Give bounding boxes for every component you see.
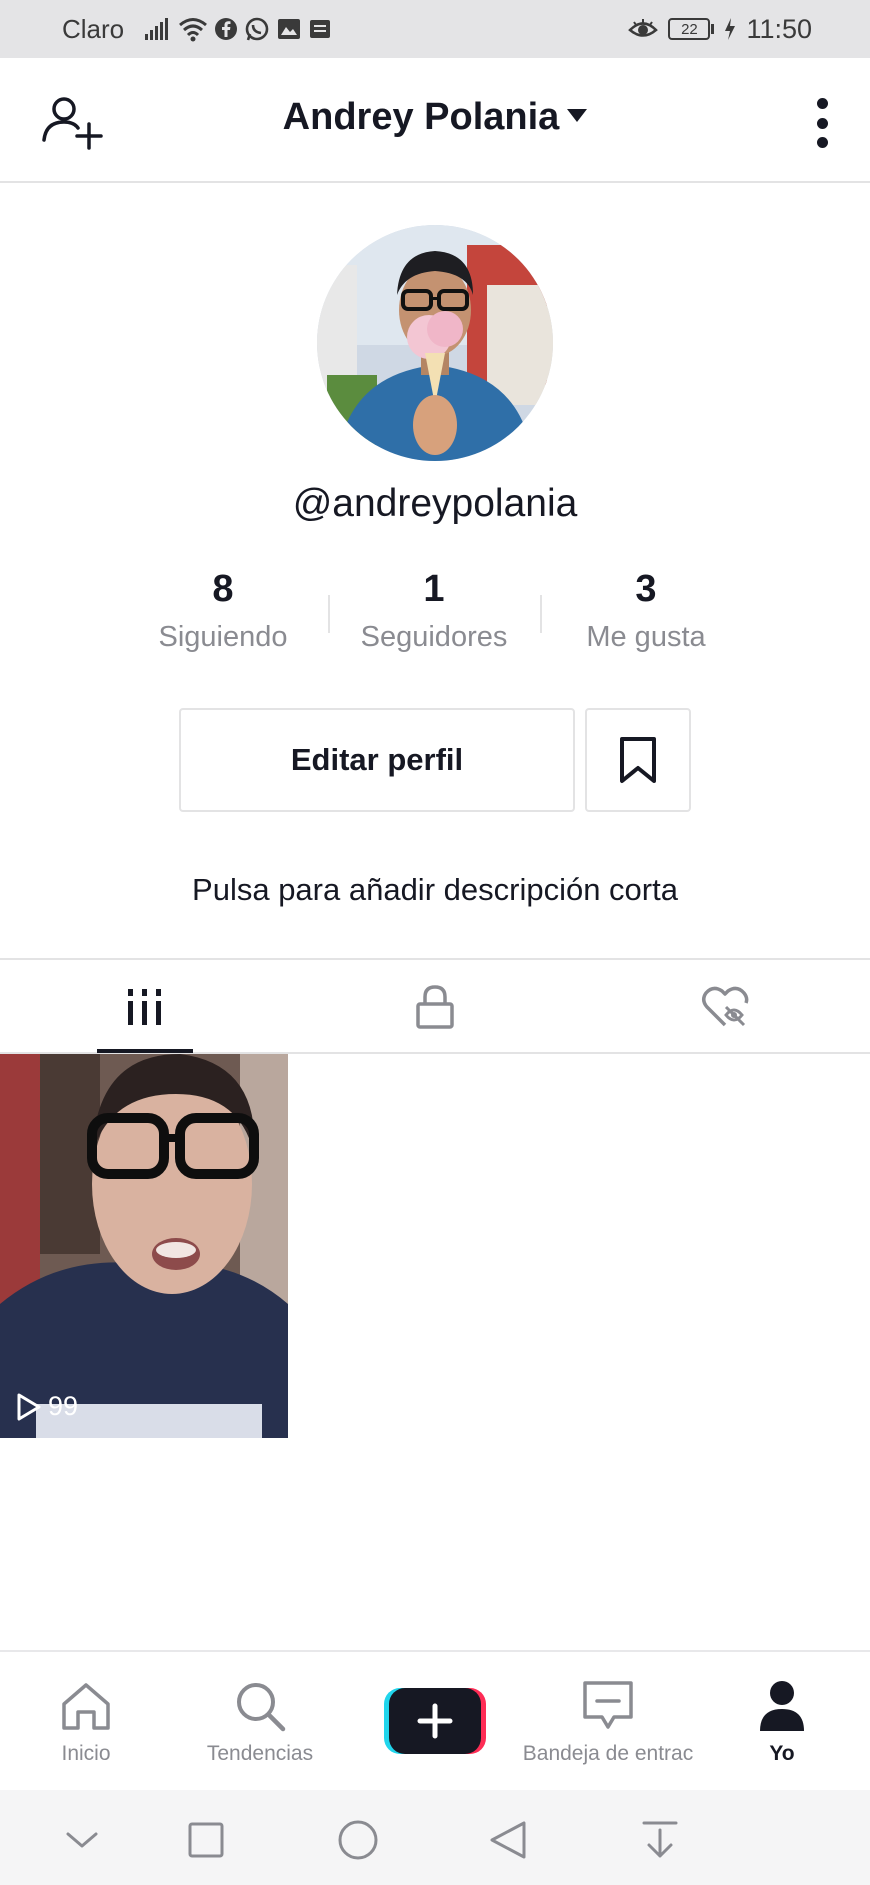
nav-profile[interactable]: Yo xyxy=(742,1652,822,1792)
bottom-nav: Inicio Tendencias Bandeja de entrac Yo xyxy=(0,1650,870,1790)
hidden-likes-icon xyxy=(702,986,749,1027)
stat-divider xyxy=(540,595,542,633)
lock-icon xyxy=(416,985,454,1029)
battery-level: 22 xyxy=(668,18,711,40)
play-icon xyxy=(17,1393,41,1420)
inbox-icon xyxy=(583,1681,633,1729)
page-title: Andrey Polania xyxy=(282,96,560,138)
notifications-pull-button[interactable] xyxy=(638,1818,682,1862)
more-options-button[interactable] xyxy=(812,98,832,148)
system-nav-bar xyxy=(0,1790,870,1885)
nav-discover[interactable]: Tendencias xyxy=(190,1652,330,1792)
nav-home[interactable]: Inicio xyxy=(30,1652,142,1792)
whatsapp-icon xyxy=(245,17,269,41)
eye-icon xyxy=(628,19,659,37)
nav-label: Yo xyxy=(769,1742,795,1765)
dot xyxy=(816,117,828,129)
active-tab-indicator xyxy=(97,1049,193,1053)
gallery-icon xyxy=(278,19,300,39)
view-count: 99 xyxy=(48,1391,79,1421)
profile-header: Andrey Polania xyxy=(0,58,870,183)
stat-value: 3 xyxy=(635,568,657,610)
stat-value: 8 xyxy=(212,568,234,610)
circle-icon xyxy=(338,1820,378,1860)
triangle-back-icon xyxy=(490,1821,526,1859)
home-button[interactable] xyxy=(336,1818,380,1862)
chevron-down-icon xyxy=(66,1832,98,1848)
nav-inbox[interactable]: Bandeja de entrac xyxy=(520,1652,696,1792)
clock: 11:50 xyxy=(746,13,812,44)
nav-label: Bandeja de entrac xyxy=(522,1742,694,1765)
charging-icon xyxy=(725,18,736,40)
status-icons xyxy=(144,14,332,44)
battery-icon: 22 xyxy=(668,18,715,40)
signal-icon xyxy=(145,18,168,40)
stat-likes[interactable]: 3 Me gusta xyxy=(546,568,746,654)
stat-label: Seguidores xyxy=(360,621,508,653)
nav-label: Inicio xyxy=(61,1742,111,1765)
caret-down-icon xyxy=(567,109,588,123)
carrier-name: Claro xyxy=(62,14,125,44)
square-icon xyxy=(188,1822,224,1858)
bio-placeholder[interactable]: Pulsa para añadir descripción corta xyxy=(0,872,870,908)
stat-label: Me gusta xyxy=(586,621,706,653)
avatar-photo xyxy=(317,225,553,461)
recent-apps-button[interactable] xyxy=(184,1818,228,1862)
tab-videos[interactable] xyxy=(0,960,290,1054)
stat-label: Siguiendo xyxy=(158,621,288,653)
dot xyxy=(816,137,828,148)
tab-private[interactable] xyxy=(290,960,580,1054)
search-icon xyxy=(237,1683,286,1732)
video-thumbnail[interactable]: 99 xyxy=(0,1054,288,1438)
status-right: 22 11:50 xyxy=(628,12,812,46)
stat-following[interactable]: 8 Siguiendo xyxy=(123,568,323,654)
nav-label: Tendencias xyxy=(206,1742,314,1765)
status-bar: Claro 22 11:50 xyxy=(0,0,870,58)
dot xyxy=(816,98,828,109)
profile-icon xyxy=(760,1681,804,1731)
create-video-button[interactable] xyxy=(384,1688,486,1754)
back-button[interactable] xyxy=(486,1818,530,1862)
message-icon xyxy=(310,20,330,38)
facebook-icon xyxy=(215,18,237,40)
collapse-button[interactable] xyxy=(60,1818,104,1862)
stat-divider xyxy=(328,595,330,633)
edit-profile-button[interactable]: Editar perfil xyxy=(179,708,575,812)
username: @andreypolania xyxy=(292,482,578,525)
favorites-button[interactable] xyxy=(585,708,691,812)
content-tabs xyxy=(0,958,870,1054)
stat-value: 1 xyxy=(423,568,445,610)
avatar[interactable] xyxy=(317,225,553,461)
grid-icon xyxy=(128,989,161,1025)
pull-down-icon xyxy=(642,1821,678,1858)
video-frame xyxy=(0,1054,288,1438)
video-view-count: 99 xyxy=(16,1391,78,1422)
home-icon xyxy=(62,1683,110,1730)
bookmark-icon xyxy=(620,737,656,783)
account-switcher[interactable]: Andrey Polania xyxy=(0,96,870,139)
wifi-icon xyxy=(179,18,207,42)
stat-followers[interactable]: 1 Seguidores xyxy=(334,568,534,654)
tab-liked[interactable] xyxy=(580,960,870,1054)
create-icon xyxy=(384,1688,486,1754)
